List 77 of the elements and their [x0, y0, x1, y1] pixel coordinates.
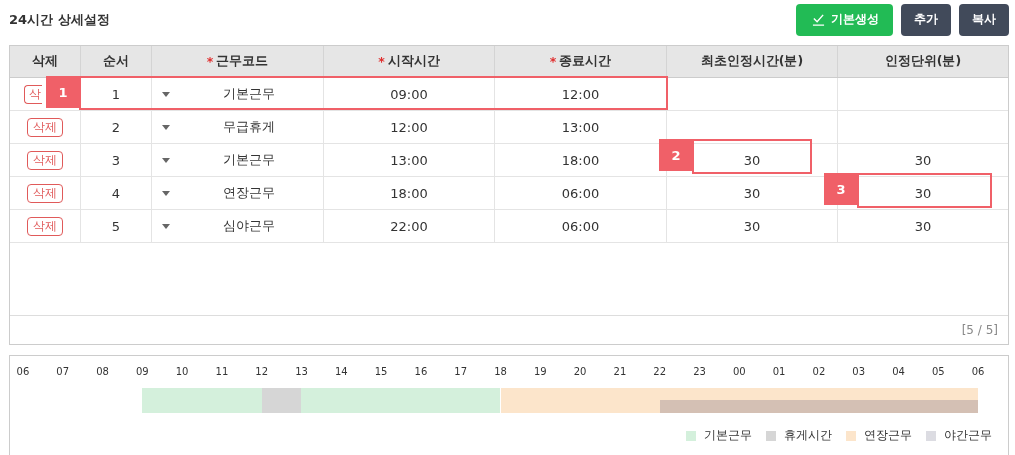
callout-number: 3 — [824, 173, 858, 205]
hour-label: 03 — [851, 366, 867, 377]
table-cell: 12:00 — [495, 78, 667, 110]
hour-label: 01 — [771, 366, 787, 377]
table-cell[interactable]: 연장근무 — [223, 184, 275, 202]
column-header: * 시작시간 — [324, 46, 495, 77]
caret-icon[interactable] — [162, 124, 170, 130]
callout-number: 1 — [46, 76, 80, 108]
hour-label: 00 — [731, 366, 747, 377]
page-count: [5 / 5] — [961, 323, 998, 337]
table-cell[interactable]: 심야근무 — [223, 217, 275, 235]
delete-button[interactable]: 삭제 — [27, 216, 63, 236]
hour-label: 06 — [15, 366, 31, 377]
hour-label: 21 — [612, 366, 628, 377]
caret-icon[interactable] — [162, 190, 170, 196]
table-cell: 13:00 — [324, 144, 495, 176]
hour-label: 07 — [55, 366, 71, 377]
table-cell: 06:00 — [495, 177, 667, 209]
section-title: 24시간 상세설정 — [9, 10, 110, 29]
table-cell: 30 — [743, 152, 761, 168]
caret-icon[interactable] — [162, 157, 170, 163]
delete-button[interactable]: 삭제 — [27, 183, 63, 203]
legend-label: 휴게시간 — [784, 427, 832, 444]
caret-icon[interactable] — [162, 223, 170, 229]
column-header: 최초인정시간(분) — [667, 46, 838, 77]
table-cell: 30 — [914, 152, 932, 168]
legend-label: 야간근무 — [944, 427, 992, 444]
hour-label: 23 — [692, 366, 707, 377]
hour-label: 20 — [572, 366, 588, 377]
table-cell: 30 — [743, 218, 761, 234]
column-header: * 종료시간 — [495, 46, 667, 77]
table-cell: 12:00 — [324, 111, 495, 143]
delete-button[interactable]: 삭제 — [27, 117, 63, 137]
hour-label: 15 — [373, 366, 389, 377]
table-cell: 30 — [914, 218, 932, 234]
table-cell[interactable]: 기본근무 — [223, 151, 275, 169]
hour-label: 14 — [333, 366, 349, 377]
table-cell: 30 — [743, 185, 761, 201]
hour-label: 11 — [214, 366, 230, 377]
toolbar-button[interactable]: 복사 — [959, 3, 1009, 36]
table-cell: 3 — [81, 144, 152, 176]
check-icon — [812, 13, 825, 26]
hour-label: 19 — [532, 366, 548, 377]
hour-label: 06 — [970, 366, 986, 377]
caret-icon[interactable] — [162, 91, 170, 97]
table-cell: 18:00 — [324, 177, 495, 209]
hour-label: 02 — [811, 366, 827, 377]
table-cell: 30 — [914, 185, 932, 201]
hour-label: 05 — [930, 366, 946, 377]
hour-label: 18 — [493, 366, 508, 377]
table-cell: 1 — [81, 78, 152, 110]
table-cell: 06:00 — [495, 210, 667, 242]
table-cell: 2 — [81, 111, 152, 143]
callout-number: 2 — [659, 139, 693, 171]
table-cell[interactable]: 무급휴게 — [223, 118, 275, 136]
column-header: 순서 — [81, 46, 152, 77]
column-header: * 근무코드 — [152, 46, 324, 77]
table-cell: 5 — [81, 210, 152, 242]
hour-label: 10 — [174, 366, 190, 377]
hour-label: 22 — [652, 366, 668, 377]
hour-label: 13 — [294, 366, 309, 377]
delete-button[interactable]: 삭 — [24, 84, 42, 104]
legend-label: 연장근무 — [864, 427, 912, 444]
toolbar-button[interactable]: 추가 — [901, 3, 951, 36]
column-header: 인정단위(분) — [883, 52, 963, 70]
hour-label: 08 — [95, 366, 110, 377]
hour-label: 12 — [254, 366, 270, 377]
table-cell: 22:00 — [324, 210, 495, 242]
hour-label: 17 — [453, 366, 469, 377]
hour-label: 04 — [891, 366, 906, 377]
legend-label: 기본근무 — [704, 427, 752, 444]
hour-label: 16 — [413, 366, 429, 377]
table-cell[interactable]: 기본근무 — [223, 85, 275, 103]
table-cell: 4 — [81, 177, 152, 209]
delete-button[interactable]: 삭제 — [27, 150, 63, 170]
table-cell: 09:00 — [324, 78, 495, 110]
hour-label: 09 — [134, 366, 150, 377]
